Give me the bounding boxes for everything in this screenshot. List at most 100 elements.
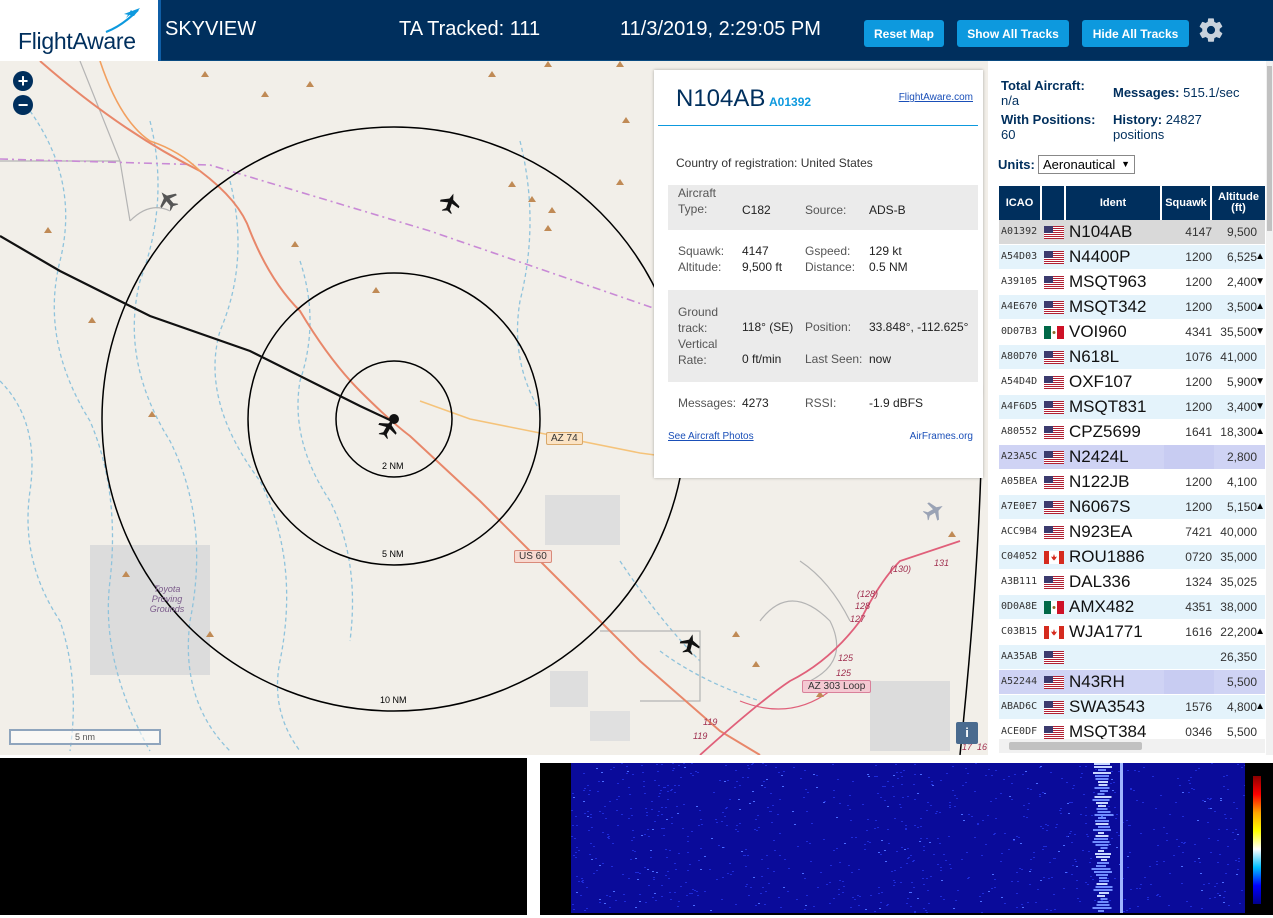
waterfall-pixel xyxy=(1214,811,1216,812)
horizontal-scroll-thumb[interactable] xyxy=(1009,742,1142,750)
waterfall-pixel xyxy=(1040,826,1042,827)
waterfall-signal xyxy=(1098,784,1108,786)
waterfall-pixel xyxy=(667,871,669,872)
waterfall-pixel xyxy=(875,765,877,766)
waterfall-pixel xyxy=(689,893,691,894)
waterfall-pixel xyxy=(900,867,902,868)
aircraft-table-row[interactable]: ABAD6C SWA3543 1576 4,800 ▲ xyxy=(999,695,1265,720)
top-header-bar: FlightAware SKYVIEW TA Tracked: 111 11/3… xyxy=(0,0,1273,61)
waterfall-pixel xyxy=(1155,808,1157,809)
aircraft-table-row[interactable]: A23A5C N2424L 2,800 xyxy=(999,445,1265,470)
aircraft-table-row[interactable]: A01392 N104AB 4147 9,500 xyxy=(999,220,1265,245)
waterfall-pixel xyxy=(657,771,659,772)
column-header-flag[interactable] xyxy=(1042,186,1066,220)
aircraft-table-row[interactable]: A54D03 N4400P 1200 6,525 ▲ xyxy=(999,245,1265,270)
aircraft-table-row[interactable]: A4E670 MSQT342 1200 3,500 ▲ xyxy=(999,295,1265,320)
waterfall-pixel xyxy=(604,903,606,904)
column-header-ident[interactable]: Ident xyxy=(1066,186,1162,220)
waterfall-pixel xyxy=(995,798,997,799)
aircraft-table-row[interactable]: A4F6D5 MSQT831 1200 3,400 ▼ xyxy=(999,395,1265,420)
waterfall-pixel xyxy=(968,877,970,878)
aircraft-table-row[interactable]: A80D70 N618L 1076 41,000 xyxy=(999,345,1265,370)
country-label: Country of registration: xyxy=(676,156,798,170)
waterfall-pixel xyxy=(572,825,574,826)
aircraft-table-row[interactable]: A7E0E7 N6067S 1200 5,150 ▲ xyxy=(999,495,1265,520)
vertical-scroll-thumb[interactable] xyxy=(1267,66,1272,231)
waterfall-pixel xyxy=(587,816,589,817)
flightaware-logo[interactable]: FlightAware xyxy=(0,0,161,61)
route-number: (128) xyxy=(857,589,879,599)
airplane-icon[interactable] xyxy=(678,632,702,656)
waterfall-pixel xyxy=(849,809,851,810)
waterfall-pixel xyxy=(711,838,713,839)
vertical-scrollbar[interactable] xyxy=(1266,61,1273,755)
aircraft-table-row[interactable]: ACC9B4 N923EA 7421 40,000 xyxy=(999,520,1265,545)
waterfall-pixel xyxy=(623,894,625,895)
aircraft-table-row[interactable]: A52244 N43RH 5,500 xyxy=(999,670,1265,695)
waterfall-pixel xyxy=(892,786,894,787)
urban-block xyxy=(545,495,620,545)
waterfall-pixel xyxy=(914,774,916,775)
zoom-out-button[interactable]: − xyxy=(13,95,33,115)
aircraft-table-row[interactable]: A39105 MSQT963 1200 2,400 ▼ xyxy=(999,270,1265,295)
waterfall-pixel xyxy=(1037,889,1039,890)
settings-gear-icon[interactable] xyxy=(1197,16,1225,44)
waterfall-pixel xyxy=(1238,858,1240,859)
waterfall-pixel xyxy=(737,831,739,832)
waterfall-pixel xyxy=(1195,770,1197,771)
waterfall-pixel xyxy=(639,873,641,874)
column-header-icao[interactable]: ICAO xyxy=(999,186,1042,220)
airframes-link[interactable]: AirFrames.org xyxy=(910,431,973,442)
waterfall-pixel xyxy=(1233,802,1235,803)
waterfall-pixel xyxy=(622,874,624,875)
aircraft-photos-link[interactable]: See Aircraft Photos xyxy=(668,431,754,442)
waterfall-pixel xyxy=(787,891,789,892)
waterfall-pixel xyxy=(1092,879,1094,880)
aircraft-table-row[interactable]: C03B15 WJA1771 1616 22,200 ▲ xyxy=(999,620,1265,645)
reset-map-button[interactable]: Reset Map xyxy=(864,20,944,47)
waterfall-pixel xyxy=(842,892,844,893)
waterfall-pixel xyxy=(965,782,967,783)
aircraft-table-row[interactable]: A54D4D OXF107 1200 5,900 ▼ xyxy=(999,370,1265,395)
waterfall-pixel xyxy=(1214,897,1216,898)
waterfall-pixel xyxy=(867,841,869,842)
waterfall-pixel xyxy=(613,891,615,892)
waterfall-pixel xyxy=(783,887,785,888)
waterfall-pixel xyxy=(920,774,922,775)
aircraft-table-row[interactable]: A05BEA N122JB 1200 4,100 xyxy=(999,470,1265,495)
waterfall-pixel xyxy=(687,870,689,871)
horizontal-scrollbar[interactable] xyxy=(999,739,1265,753)
country-flag-icon xyxy=(1044,526,1064,539)
waterfall-pixel xyxy=(1114,878,1116,879)
zoom-in-button[interactable]: + xyxy=(13,71,33,91)
waterfall-pixel xyxy=(1110,783,1112,784)
waterfall-pixel xyxy=(713,792,715,793)
aircraft-table-row[interactable]: 0D07B3 VOI960 4341 35,500 ▼ xyxy=(999,320,1265,345)
flightaware-link[interactable]: FlightAware.com xyxy=(899,92,973,103)
waterfall-pixel xyxy=(576,892,578,893)
waterfall-pixel xyxy=(664,787,666,788)
aircraft-table-row[interactable]: AA35AB 26,350 xyxy=(999,645,1265,670)
waterfall-pixel xyxy=(907,898,909,899)
map-info-button[interactable]: i xyxy=(956,722,978,744)
aircraft-table-row[interactable]: 0D0A8E AMX482 4351 38,000 xyxy=(999,595,1265,620)
aircraft-table-row[interactable]: A3B111 DAL336 1324 35,025 xyxy=(999,570,1265,595)
aircraft-table-row[interactable]: A80552 CPZ5699 1641 18,300 ▲ xyxy=(999,420,1265,445)
road-label-az303: AZ 303 Loop xyxy=(802,680,872,693)
aircraft-table-row[interactable]: C04052 ROU1886 0720 35,000 xyxy=(999,545,1265,570)
units-select[interactable]: Aeronautical ▼ xyxy=(1038,155,1135,174)
waterfall-pixel xyxy=(766,779,768,780)
waterfall-pixel xyxy=(735,904,737,905)
waterfall-pixel xyxy=(605,818,607,819)
waterfall-pixel xyxy=(875,820,877,821)
column-header-squawk[interactable]: Squawk xyxy=(1162,186,1212,220)
waterfall-pixel xyxy=(1011,799,1013,800)
airplane-icon[interactable] xyxy=(920,497,947,524)
hide-all-tracks-button[interactable]: Hide All Tracks xyxy=(1082,20,1189,47)
airplane-icon[interactable] xyxy=(437,190,463,216)
waterfall-pixel xyxy=(1134,770,1136,771)
waterfall-pixel xyxy=(926,838,928,839)
show-all-tracks-button[interactable]: Show All Tracks xyxy=(957,20,1069,47)
column-header-altitude[interactable]: Altitude (ft) xyxy=(1212,186,1265,220)
waterfall-pixel xyxy=(1039,794,1041,795)
